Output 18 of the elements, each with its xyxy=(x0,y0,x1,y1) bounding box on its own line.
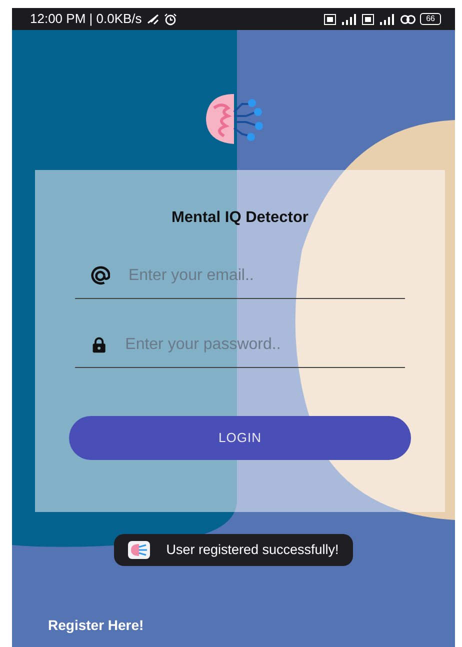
battery-level: 66 xyxy=(420,13,441,25)
lock-icon xyxy=(91,336,108,354)
email-field[interactable]: Enter your email.. xyxy=(126,263,405,289)
link-icon xyxy=(400,14,416,24)
alarm-icon xyxy=(164,12,177,26)
signal-off-icon xyxy=(146,13,160,25)
at-sign-icon xyxy=(91,266,110,286)
app-title: Mental IQ Detector xyxy=(172,209,308,226)
toast-message: User registered successfully! xyxy=(166,540,339,559)
brain-logo-icon xyxy=(128,541,150,559)
register-link[interactable]: Register Here! xyxy=(48,617,144,633)
sim-icon xyxy=(324,14,336,24)
signal-icon xyxy=(340,14,358,24)
status-time: 12:00 PM | 0.0KB/s xyxy=(30,10,142,28)
login-button[interactable]: LOGIN xyxy=(69,416,411,460)
password-field[interactable]: Enter your password.. xyxy=(123,332,405,358)
sim-icon xyxy=(362,14,374,24)
signal-icon xyxy=(378,14,396,24)
